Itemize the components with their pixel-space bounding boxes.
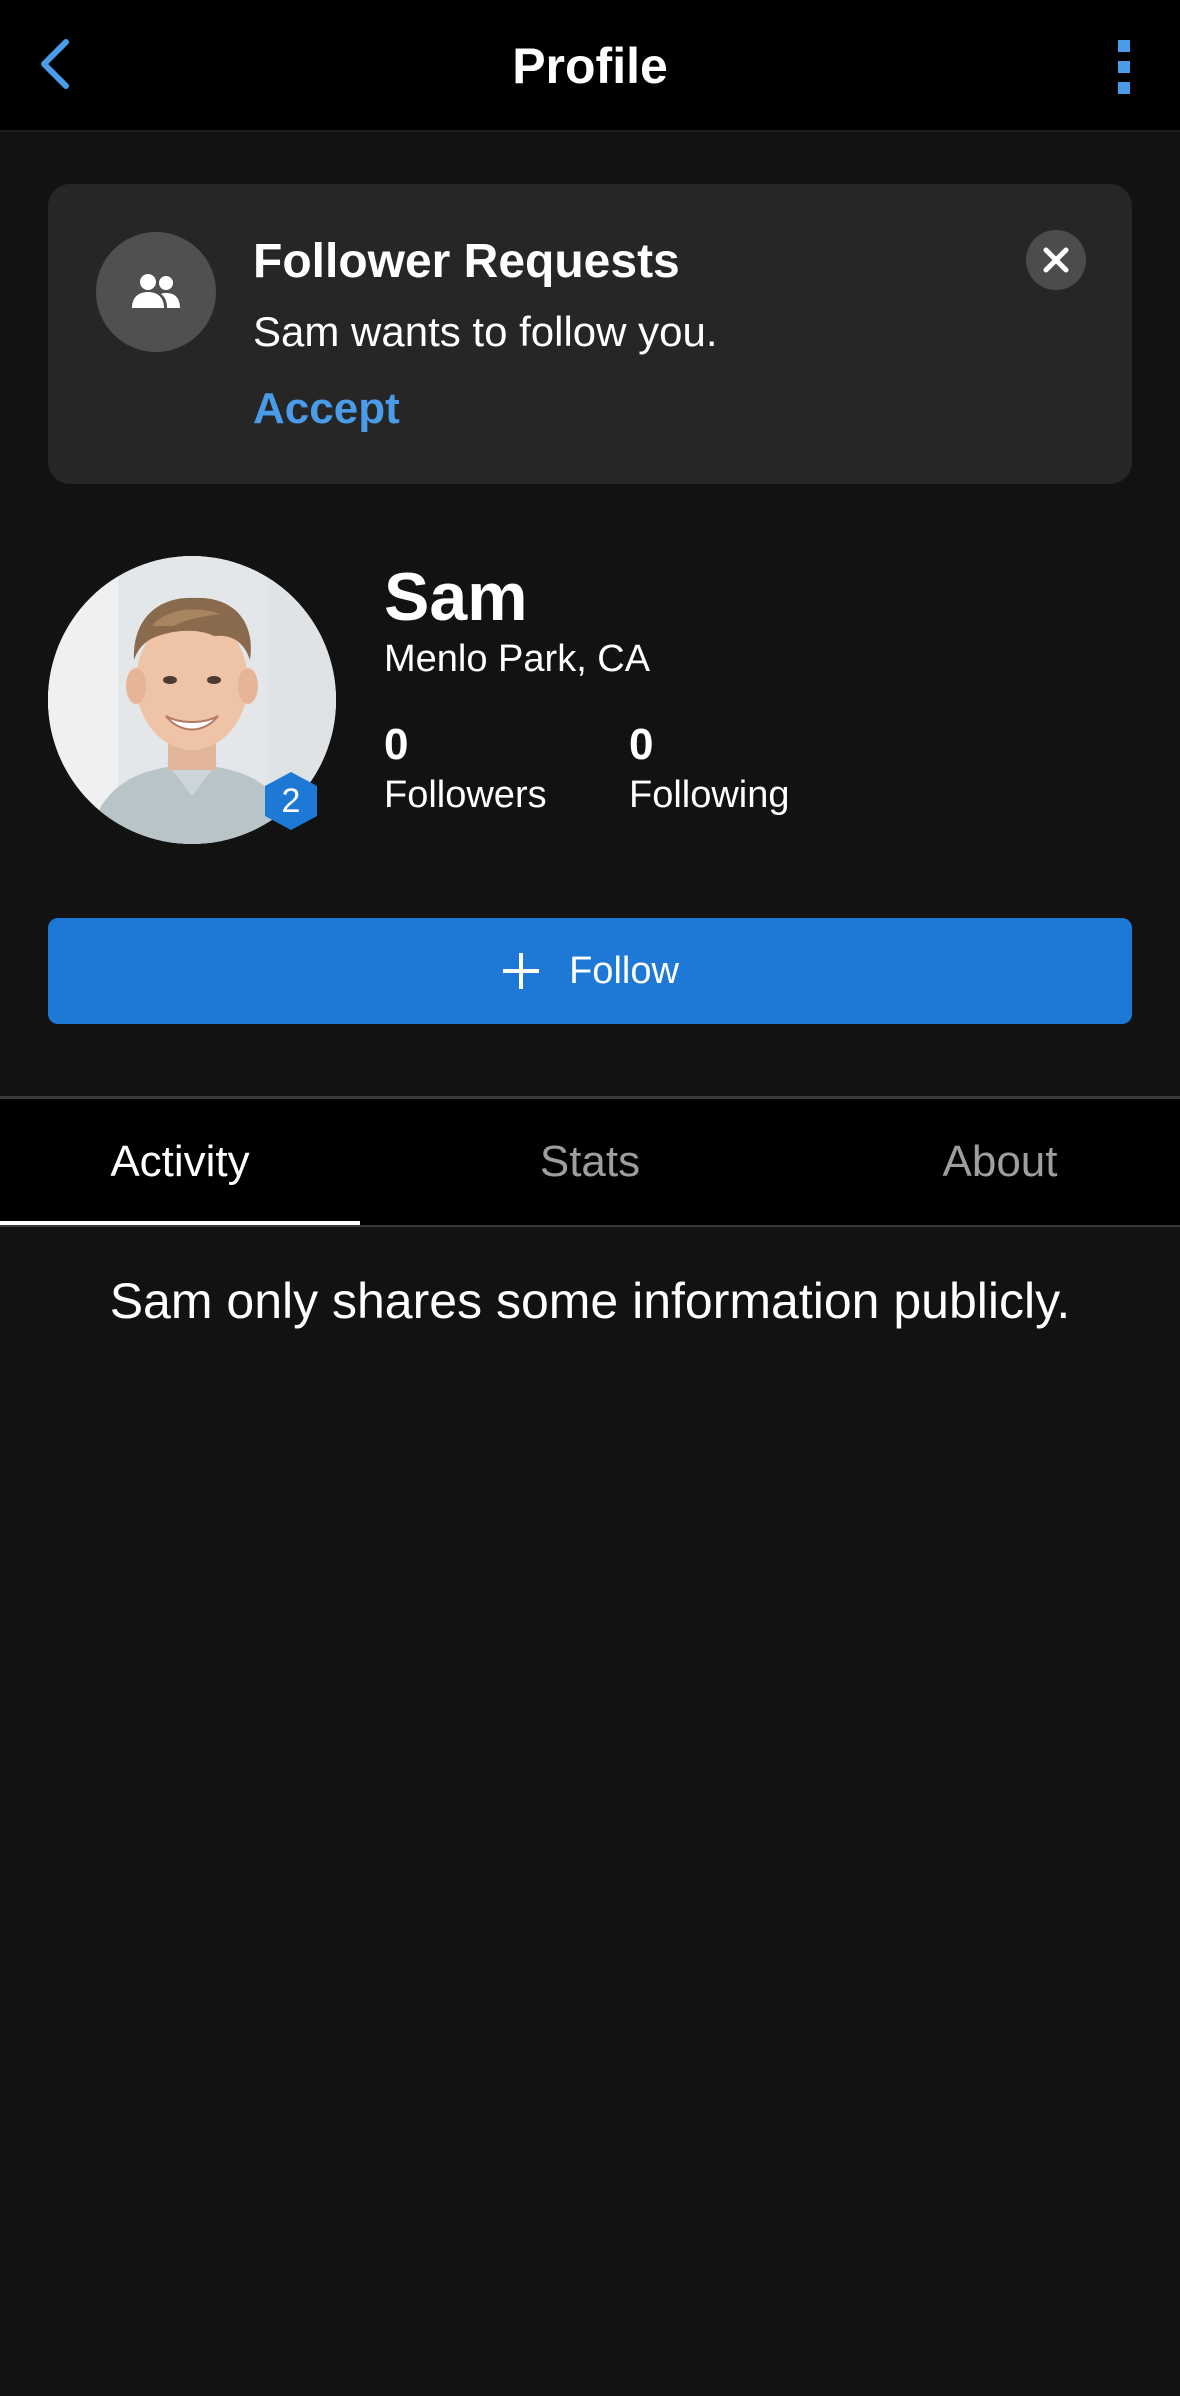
accept-button[interactable]: Accept (253, 384, 400, 434)
follow-button[interactable]: Follow (48, 918, 1132, 1024)
following-label[interactable]: Following (629, 774, 790, 817)
profile-tabs: Activity Stats About (0, 1099, 1180, 1225)
tab-activity[interactable]: Activity (0, 1099, 360, 1225)
profile-name: Sam (384, 559, 528, 635)
follower-request-avatar (96, 232, 216, 352)
follower-request-title: Follower Requests (253, 235, 680, 288)
plus-icon (503, 953, 540, 989)
profile-location: Menlo Park, CA (384, 638, 651, 680)
dismiss-request-button[interactable] (1026, 230, 1086, 290)
more-options-button[interactable] (1104, 30, 1144, 102)
privacy-notice: Sam only shares some information publicl… (109, 1273, 1071, 1329)
profile-screen: Profile Follower Requests Sam wants to f… (0, 0, 1180, 2396)
divider (0, 1225, 1180, 1227)
level-badge-number: 2 (281, 782, 301, 820)
top-bar: Profile (0, 0, 1180, 132)
page-title: Profile (512, 38, 668, 94)
more-vertical-icon (1118, 40, 1130, 94)
tab-about[interactable]: About (820, 1099, 1180, 1225)
followers-count[interactable]: 0 (384, 720, 408, 770)
people-icon (132, 274, 180, 308)
close-icon (1043, 247, 1069, 273)
follow-button-label: Follow (569, 949, 679, 992)
followers-label[interactable]: Followers (384, 774, 547, 817)
tab-stats[interactable]: Stats (410, 1099, 770, 1225)
follower-request-card: Follower Requests Sam wants to follow yo… (48, 184, 1132, 484)
following-count[interactable]: 0 (629, 720, 653, 770)
follower-request-message: Sam wants to follow you. (253, 308, 718, 355)
